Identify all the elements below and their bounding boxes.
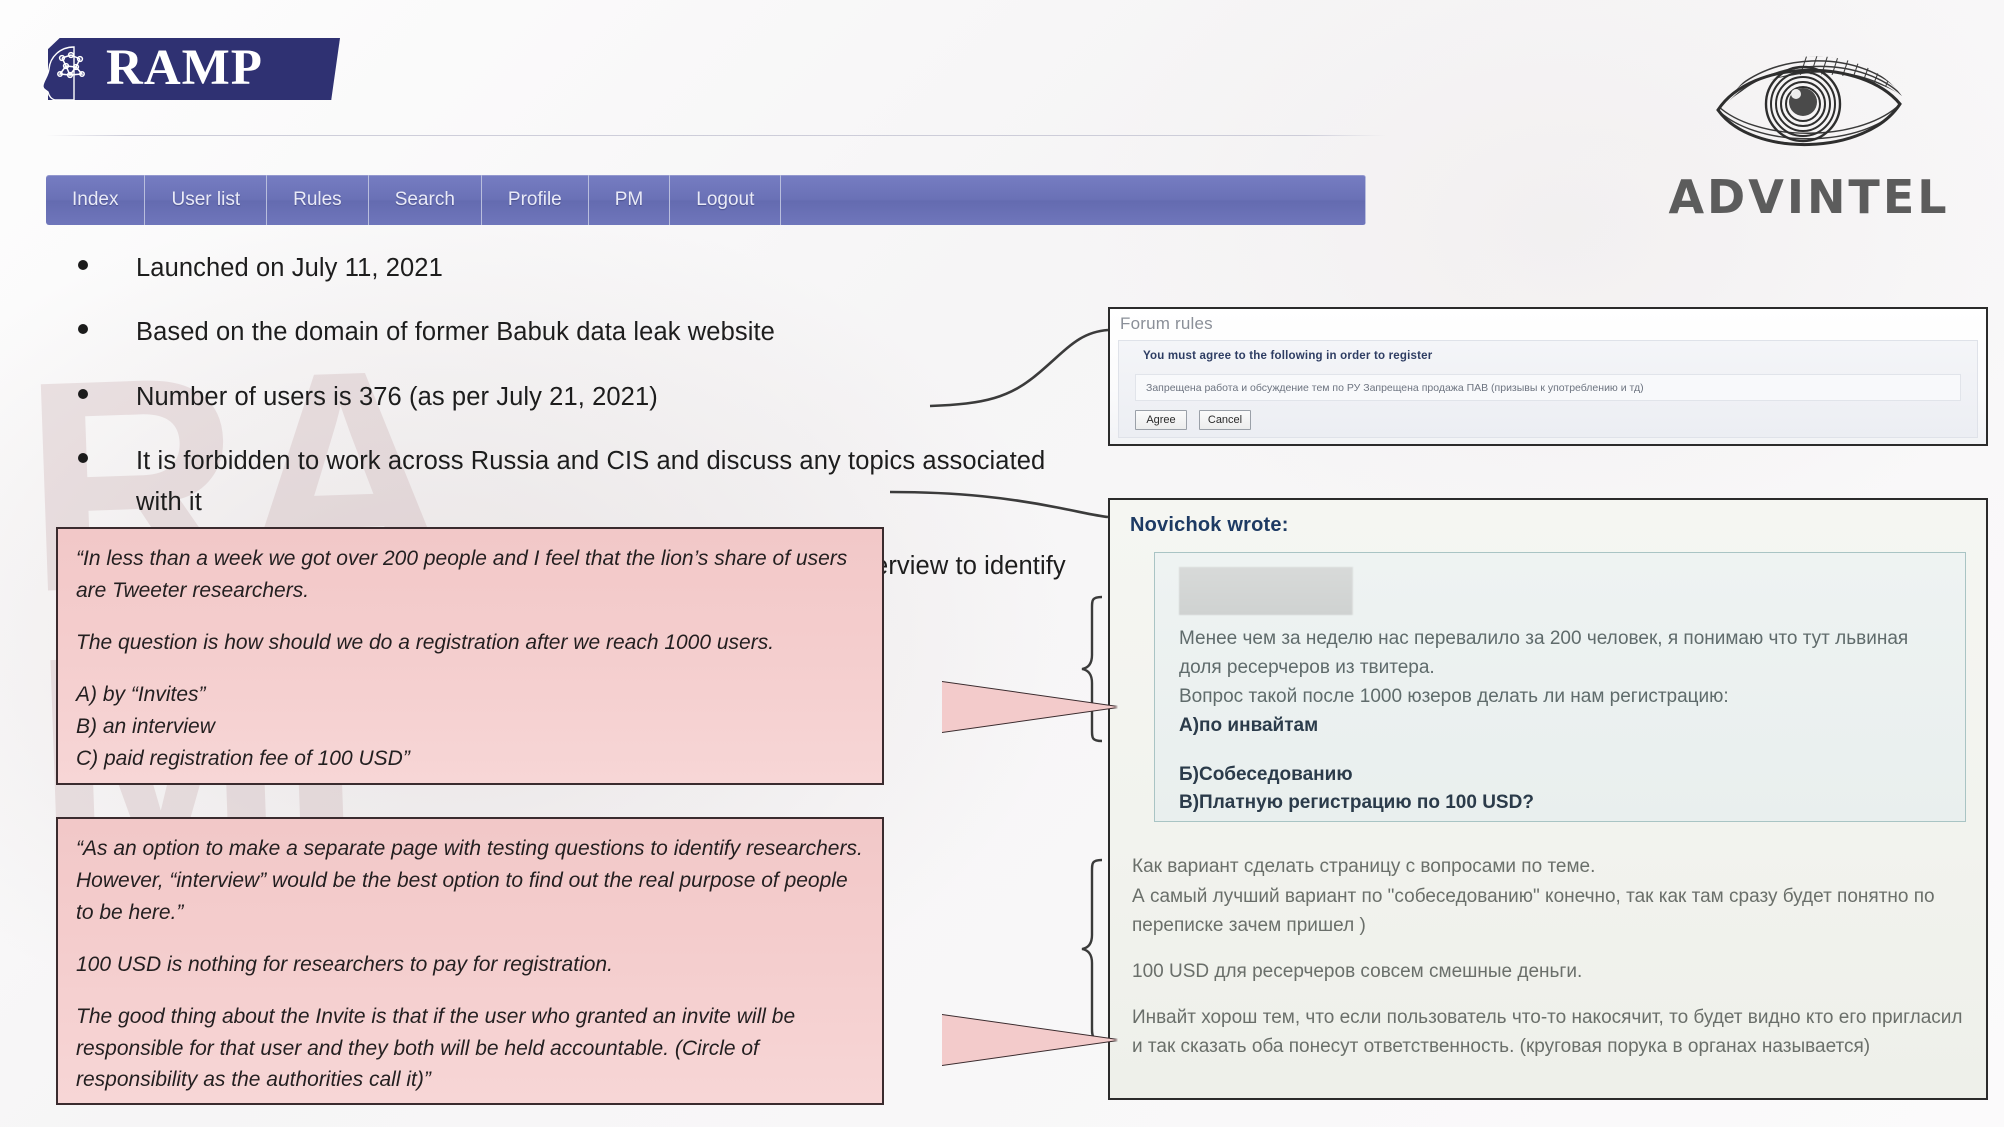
advintel-logo: ADVINTEL	[1644, 24, 1974, 224]
nav-filler	[781, 175, 1366, 225]
list-item: Launched on July 11, 2021	[78, 248, 1098, 289]
translation-1-spacer-2	[76, 659, 866, 679]
translation-text-1: “In less than a week we got over 200 peo…	[76, 543, 866, 774]
translation-1-option-a: A) by “Invites”	[76, 682, 206, 706]
bullet-text: Based on the domain of former Babuk data…	[136, 318, 775, 347]
quote-body: Менее чем за неделю нас перевалило за 20…	[1179, 625, 1943, 818]
nav-item-user-list[interactable]: User list	[145, 175, 268, 225]
advintel-wordmark: ADVINTEL	[1668, 170, 1950, 224]
forum-nav-bar: Index User list Rules Search Profile PM …	[46, 175, 1366, 225]
forum-rules-buttons: Agree Cancel	[1135, 410, 1251, 430]
quote-box: Менее чем за неделю нас перевалило за 20…	[1154, 552, 1966, 822]
ramp-logo: RAMP	[42, 38, 340, 101]
quote-author-label: Novichok wrote:	[1130, 514, 1289, 536]
reply-body: Как вариант сделать страницу с вопросами…	[1132, 852, 1964, 1062]
translation-callout-1: “In less than a week we got over 200 peo…	[56, 527, 1118, 785]
nav-item-rules[interactable]: Rules	[267, 175, 369, 225]
quote-line-1: Менее чем за неделю нас перевалило за 20…	[1179, 628, 1909, 678]
quote-spacer	[1179, 741, 1943, 761]
quote-line-2: Вопрос такой после 1000 юзеров делать ли…	[1179, 685, 1729, 707]
header-divider	[46, 135, 1386, 136]
bullet-text: It is forbidden to work across Russia an…	[136, 446, 1046, 517]
nav-item-search[interactable]: Search	[369, 175, 482, 225]
bullet-text: Number of users is 376 (as per July 21, …	[136, 382, 658, 411]
forum-rules-textbox: Запрещена работа и обсуждение тем по РУ …	[1135, 374, 1961, 401]
forum-post-screenshot: Novichok wrote: Менее чем за неделю нас …	[1108, 498, 1988, 1100]
bullet-dot-icon	[78, 452, 88, 463]
bullet-dot-icon	[78, 260, 88, 270]
list-item: It is forbidden to work across Russia an…	[78, 441, 1098, 524]
quote-option-b: Б)Собеседованию	[1179, 763, 1353, 785]
agree-button[interactable]: Agree	[1135, 410, 1187, 430]
translation-1-option-b: B) an interview	[76, 714, 215, 738]
translation-1-para-1: “In less than a week we got over 200 peo…	[76, 547, 848, 602]
translation-callout-2: “As an option to make a separate page wi…	[56, 817, 1118, 1105]
forum-rules-inner: You must agree to the following in order…	[1118, 340, 1978, 438]
list-item: Based on the domain of former Babuk data…	[78, 312, 1098, 353]
forum-rules-screenshot: Forum rules You must agree to the follow…	[1108, 307, 1988, 446]
quote-option-c: В)Платную регистрацию по 100 USD?	[1179, 792, 1534, 814]
list-item: Number of users is 376 (as per July 21, …	[78, 377, 1098, 418]
reply-line-1: Как вариант сделать страницу с вопросами…	[1132, 856, 1596, 877]
callout-tail-2	[942, 1015, 1118, 1065]
bullet-text: Launched on July 11, 2021	[136, 254, 443, 282]
reply-line-2: А самый лучший вариант по "собеседованию…	[1132, 885, 1935, 937]
nav-item-index[interactable]: Index	[46, 175, 146, 225]
nav-item-profile[interactable]: Profile	[482, 175, 589, 225]
ramp-wordmark: RAMP	[106, 39, 263, 96]
slide-canvas: RA MP RAMP	[0, 0, 2004, 1127]
brace-reply	[1081, 858, 1103, 1041]
quote-option-a: А)по инвайтам	[1179, 714, 1319, 736]
brain-head-icon	[42, 46, 85, 101]
translation-text-2: “As an option to make a separate page wi…	[76, 833, 866, 1096]
translation-1-spacer-1	[76, 607, 866, 627]
bullet-dot-icon	[78, 388, 88, 399]
nav-item-pm[interactable]: PM	[589, 175, 671, 225]
bullet-dot-icon	[78, 324, 88, 335]
translation-2-spacer-2	[76, 981, 866, 1001]
reply-spacer-1	[1132, 941, 1964, 957]
forum-rules-rule-text: Запрещена работа и обсуждение тем по РУ …	[1146, 382, 1644, 394]
redacted-username-block	[1179, 567, 1353, 615]
forum-rules-title: Forum rules	[1120, 314, 1213, 333]
translation-1-para-2: The question is how should we do a regis…	[76, 630, 775, 654]
callout-tail-1	[942, 682, 1118, 732]
reply-line-3: 100 USD для ресерчеров совсем смешные де…	[1132, 960, 1583, 982]
cancel-button[interactable]: Cancel	[1199, 410, 1251, 430]
reply-line-4: Инвайт хорош тем, что если пользователь …	[1132, 1006, 1963, 1058]
translation-2-spacer-1	[76, 929, 866, 949]
eye-icon	[1716, 56, 1902, 146]
forum-rules-heading: You must agree to the following in order…	[1143, 350, 1433, 362]
translation-2-para-3: The good thing about the Invite is that …	[76, 1004, 796, 1092]
nav-item-logout[interactable]: Logout	[670, 175, 782, 225]
translation-2-para-2: 100 USD is nothing for researchers to pa…	[76, 952, 613, 976]
reply-spacer-2	[1132, 987, 1964, 1003]
translation-2-para-1: “As an option to make a separate page wi…	[76, 837, 863, 924]
translation-1-option-c: C) paid registration fee of 100 USD”	[76, 746, 410, 770]
